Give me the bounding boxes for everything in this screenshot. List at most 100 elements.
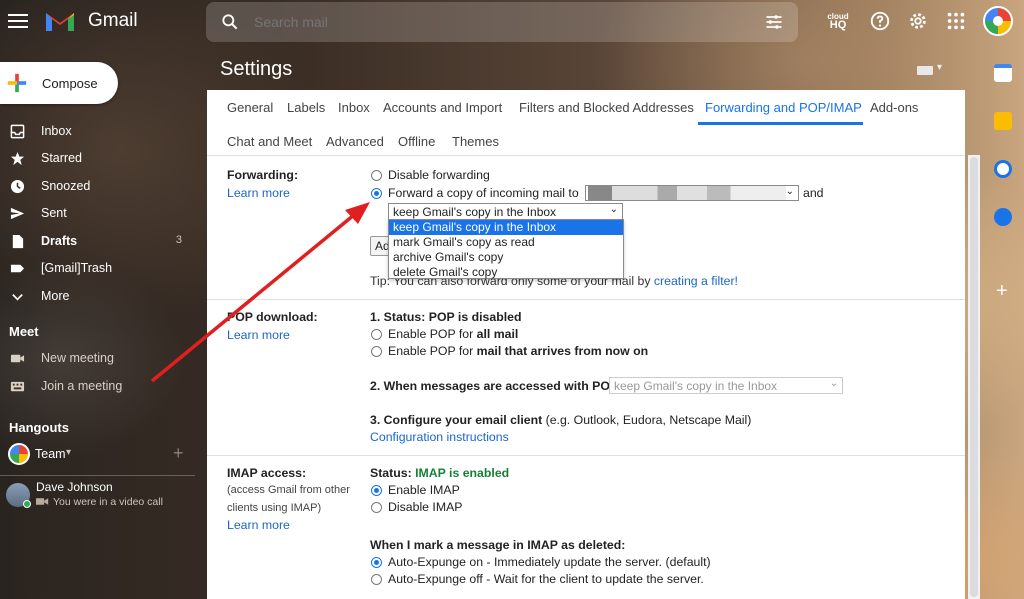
imap-desc-1: (access Gmail from other [227, 484, 350, 496]
tab-filters[interactable]: Filters and Blocked Addresses [519, 100, 694, 115]
enable-pop-now-radio[interactable] [371, 346, 382, 357]
add-addon-icon[interactable]: + [996, 280, 1008, 303]
imap-desc-2: clients using IMAP) [227, 502, 322, 514]
dropdown-option[interactable]: mark Gmail's copy as read [389, 235, 623, 250]
forwarding-label: Forwarding: [227, 168, 299, 182]
imap-access-label: IMAP access: [227, 466, 307, 480]
compose-button[interactable]: Compose [0, 62, 118, 104]
section-divider [207, 299, 965, 300]
configure-note: (e.g. Outlook, Eudora, Netscape Mail) [542, 413, 752, 427]
top-bar: Gmail cloud HQ [0, 0, 1024, 44]
auto-expunge-on-radio[interactable] [371, 557, 382, 568]
auto-expunge-off-label: Auto-Expunge off - Wait for the client t… [388, 572, 704, 586]
sidebar-item-starred[interactable]: Starred [0, 145, 190, 172]
sidebar-item-label: Snoozed [41, 179, 91, 193]
search-bar[interactable] [206, 2, 798, 42]
hangouts-user-status: You were in a video call [53, 496, 163, 508]
search-options-icon[interactable] [764, 12, 784, 32]
enable-imap-label: Enable IMAP [388, 483, 460, 497]
help-icon[interactable] [869, 10, 891, 32]
video-call-icon [36, 498, 49, 505]
enable-pop-all-radio[interactable] [371, 329, 382, 340]
tab-labels[interactable]: Labels [287, 100, 325, 115]
search-icon[interactable] [220, 12, 240, 32]
pop-accessed-heading: 2. When messages are accessed with POP [370, 379, 619, 393]
enable-imap-radio[interactable] [371, 485, 382, 496]
contacts-icon[interactable] [994, 208, 1012, 226]
hangouts-user-name: Dave Johnson [36, 480, 113, 494]
sidebar-item-trash[interactable]: [Gmail]Trash [0, 255, 190, 282]
settings-gear-icon[interactable] [907, 10, 929, 32]
account-avatar[interactable] [983, 6, 1013, 36]
compose-plus-icon [7, 73, 27, 93]
pop-accessed-value: keep Gmail's copy in the Inbox [614, 379, 778, 393]
pop-learn-more-link[interactable]: Learn more [227, 328, 290, 342]
add-conversation-icon[interactable]: + [173, 443, 184, 464]
online-status-dot [23, 500, 31, 508]
tab-themes[interactable]: Themes [452, 134, 499, 149]
hangouts-heading: Hangouts [9, 420, 69, 435]
forward-copy-label: Forward a copy of incoming mail to [388, 186, 579, 200]
dropdown-option[interactable]: keep Gmail's copy in the Inbox [389, 220, 623, 235]
tab-offline[interactable]: Offline [398, 134, 435, 149]
sidebar-item-snoozed[interactable]: Snoozed [0, 173, 190, 200]
enable-pop-now-prefix: Enable POP for [388, 344, 477, 358]
imap-learn-more-link[interactable]: Learn more [227, 518, 290, 532]
disable-imap-radio[interactable] [371, 502, 382, 513]
disable-forwarding-radio[interactable] [371, 170, 382, 181]
new-meeting-button[interactable]: New meeting [0, 345, 190, 372]
sidebar-item-inbox[interactable]: Inbox [0, 118, 190, 145]
sidebar-item-label: Drafts [41, 234, 78, 248]
apps-grid-icon[interactable] [945, 10, 967, 32]
sidebar-item-sent[interactable]: Sent [0, 200, 190, 227]
tab-advanced[interactable]: Advanced [326, 134, 384, 149]
forwarding-learn-more-link[interactable]: Learn more [227, 186, 290, 200]
keep-icon[interactable] [994, 112, 1012, 130]
enable-pop-all-bold: all mail [476, 327, 519, 341]
scrollbar-thumb[interactable] [970, 157, 978, 597]
forward-copy-radio[interactable] [371, 188, 382, 199]
settings-scrollbar[interactable] [968, 155, 980, 599]
tasks-icon[interactable] [994, 160, 1012, 178]
create-filter-link[interactable]: creating a filter! [654, 274, 738, 288]
calendar-icon[interactable] [994, 64, 1012, 82]
layout-dropdown-icon[interactable]: ▾ [937, 62, 942, 73]
keyboard-layout-icon[interactable] [917, 66, 933, 75]
clock-icon [10, 179, 25, 194]
pop-accessed-select: keep Gmail's copy in the Inbox ⌄ [609, 377, 843, 394]
tab-inbox[interactable]: Inbox [338, 100, 370, 115]
drafts-count: 3 [175, 234, 182, 246]
active-tab-indicator [698, 122, 863, 125]
cloudhq-text-2: HQ [829, 19, 847, 31]
search-input[interactable] [254, 14, 734, 30]
tab-accounts-import[interactable]: Accounts and Import [383, 100, 502, 115]
forward-action-dropdown[interactable]: keep Gmail's copy in the Inbox mark Gmai… [388, 219, 624, 279]
dropdown-option[interactable]: archive Gmail's copy [389, 250, 623, 265]
tab-general[interactable]: General [227, 100, 273, 115]
imap-deleted-heading: When I mark a message in IMAP as deleted… [370, 538, 626, 552]
join-meeting-button[interactable]: Join a meeting [0, 373, 190, 400]
auto-expunge-off-radio[interactable] [371, 574, 382, 585]
star-icon [10, 151, 25, 166]
tab-forwarding-pop-imap[interactable]: Forwarding and POP/IMAP [705, 100, 862, 115]
team-dropdown-icon[interactable]: ▾ [66, 447, 71, 458]
join-meeting-label: Join a meeting [41, 379, 123, 393]
enable-pop-all-prefix: Enable POP for [388, 327, 477, 341]
hangouts-team[interactable]: Team ▾ + [0, 442, 190, 469]
tab-add-ons[interactable]: Add-ons [870, 100, 918, 115]
gmail-logo-icon[interactable] [44, 8, 76, 34]
configuration-instructions-link[interactable]: Configuration instructions [370, 430, 509, 444]
configure-heading: 3. Configure your email client [370, 413, 543, 427]
tab-chat-meet[interactable]: Chat and Meet [227, 134, 312, 149]
add-forwarding-address-button[interactable]: Add a forwarding address [370, 236, 390, 256]
sidebar-item-drafts[interactable]: Drafts 3 [0, 228, 190, 255]
cloudhq-icon[interactable]: cloud HQ [826, 12, 850, 31]
dropdown-option[interactable]: delete Gmail's copy [389, 265, 623, 280]
main-menu-icon[interactable] [8, 10, 28, 30]
sidebar-item-more[interactable]: More [0, 283, 190, 310]
imap-status-prefix: Status: [370, 466, 416, 480]
send-icon [10, 207, 25, 220]
section-divider [207, 455, 965, 456]
side-panel-rail: + [981, 44, 1024, 599]
forward-action-select[interactable]: keep Gmail's copy in the Inbox ⌄ [388, 203, 623, 220]
